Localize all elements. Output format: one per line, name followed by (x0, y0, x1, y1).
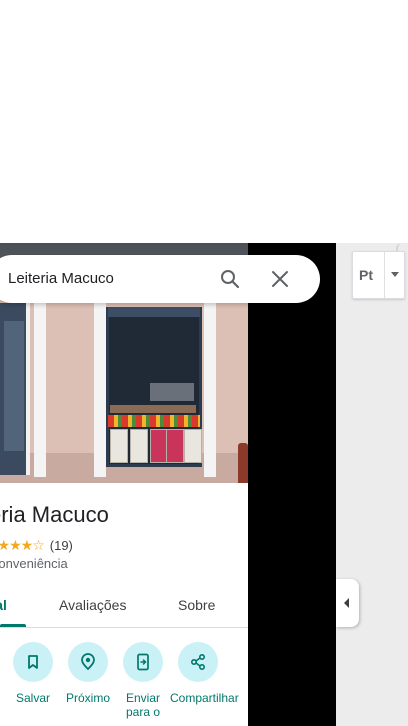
photo-poster (166, 429, 184, 463)
send-to-phone-button-circle[interactable] (123, 642, 163, 682)
chevron-left-icon (344, 598, 349, 608)
save-button-label: Salvar (15, 691, 50, 705)
nearby-button-circle[interactable] (68, 642, 108, 682)
place-title: eria Macuco (0, 502, 109, 527)
blank-area (0, 0, 408, 243)
save-button[interactable]: Salvar (5, 642, 61, 705)
bookmark-icon (28, 655, 38, 669)
send-to-phone-button[interactable]: Enviar para o (115, 642, 171, 719)
collapse-panel-button[interactable] (336, 579, 359, 627)
nearby-button-label: Próximo (65, 691, 110, 705)
tab-overview[interactable]: eral (0, 597, 7, 613)
share-button-label: Compartilhar (170, 691, 239, 705)
search-box[interactable]: Leiteria Macuco (0, 255, 320, 303)
active-tab-indicator (0, 624, 26, 627)
photo-poster (110, 429, 128, 463)
photo-door (0, 303, 30, 475)
place-info-panel: eria Macuco ★★★★☆ (19) Conveniência eral… (0, 483, 248, 726)
photo-shelf (110, 405, 196, 413)
photo-window-frame (108, 307, 200, 317)
photo-pillar (34, 299, 46, 477)
photo-window-interior (150, 383, 194, 401)
share-button[interactable]: Compartilhar (170, 642, 239, 705)
photo-poster (184, 429, 202, 463)
map-canvas[interactable] (336, 243, 408, 726)
search-input[interactable]: Leiteria Macuco (8, 270, 114, 287)
photo-poster (130, 429, 148, 463)
photo-door-panel (4, 321, 24, 451)
share-button-circle[interactable] (178, 642, 218, 682)
photo-pillar (204, 299, 216, 477)
close-icon[interactable] (268, 267, 292, 291)
nearby-icon (81, 653, 95, 671)
dark-panel (248, 243, 336, 726)
tab-about[interactable]: Sobre (178, 597, 215, 613)
chevron-down-icon[interactable] (391, 272, 399, 277)
place-tabs: eral Avaliações Sobre (0, 587, 248, 628)
tab-reviews[interactable]: Avaliações (59, 597, 126, 613)
send-to-phone-button-label: Enviar para o (125, 691, 161, 719)
photo-flowers (108, 415, 200, 427)
nearby-button[interactable]: Próximo (60, 642, 116, 705)
save-button-circle[interactable] (13, 642, 53, 682)
send-to-phone-icon (137, 653, 149, 671)
photo-hydrant (238, 443, 248, 483)
rating-row[interactable]: ★★★★☆ (19) (0, 537, 73, 554)
photo-pillar (94, 299, 106, 477)
layers-label: Pt (359, 267, 373, 283)
place-category[interactable]: Conveniência (0, 556, 68, 571)
share-icon (190, 653, 206, 671)
layers-divider (384, 252, 385, 298)
layers-button[interactable]: Pt (352, 251, 405, 299)
star-rating: ★★★★☆ (0, 537, 45, 553)
search-icon[interactable] (218, 267, 242, 291)
review-count[interactable]: (19) (50, 538, 73, 553)
